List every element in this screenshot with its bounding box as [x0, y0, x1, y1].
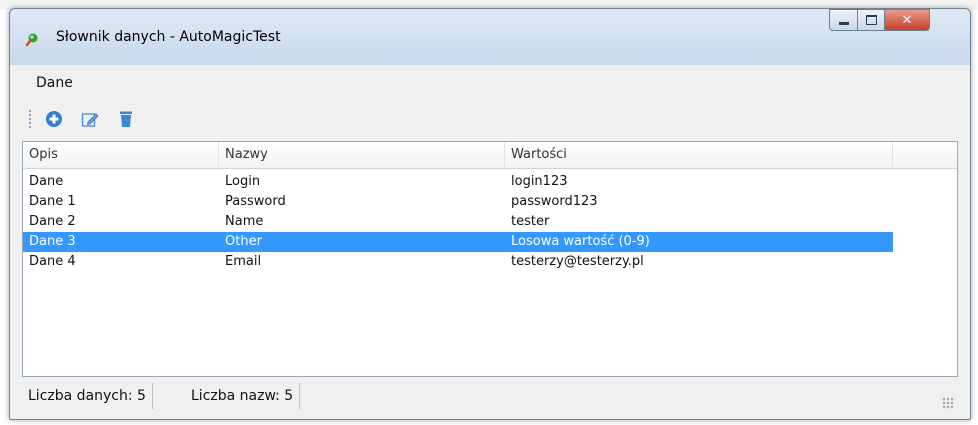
data-table[interactable]: Opis Nazwy Wartości Dane Login login123 Dan…: [22, 141, 958, 377]
column-header-filler: [893, 142, 957, 168]
status-name-count: Liczba nazw: 5: [185, 383, 301, 409]
cell-nazwa: Email: [225, 254, 262, 269]
title-bar[interactable]: Słownik danych - AutoMagicTest ✕: [10, 9, 970, 65]
column-header-opis[interactable]: Opis: [23, 142, 219, 168]
cell-opis: Dane 1: [29, 194, 76, 209]
toolbar: [10, 102, 970, 138]
cell-wartosc: testerzy@testerzy.pl: [511, 254, 644, 269]
cell-opis: Dane: [29, 174, 64, 189]
cell-opis: Dane 3: [29, 234, 76, 249]
status-bar: Liczba danych: 5 Liczba nazw: 5: [22, 381, 958, 413]
table-row[interactable]: Dane 1 Password password123: [23, 192, 893, 212]
cell-opis: Dane 2: [29, 214, 76, 229]
cell-wartosc: login123: [511, 174, 568, 189]
add-icon[interactable]: [44, 109, 64, 129]
minimize-button[interactable]: [829, 9, 858, 31]
minimize-icon: [838, 21, 849, 25]
cell-nazwa: Name: [225, 214, 264, 229]
cell-nazwa: Other: [225, 234, 262, 249]
status-data-count: Liczba danych: 5: [22, 383, 153, 409]
table-header: Opis Nazwy Wartości: [23, 142, 957, 169]
app-icon: [25, 33, 38, 47]
table-row[interactable]: Dane 4 Email testerzy@testerzy.pl: [23, 252, 893, 272]
maximize-button[interactable]: [857, 9, 885, 31]
menu-item-dane[interactable]: Dane: [36, 75, 73, 91]
table-row[interactable]: Dane Login login123: [23, 172, 893, 192]
dictionary-window: Słownik danych - AutoMagicTest ✕ Dane Op…: [9, 8, 971, 420]
table-row[interactable]: Dane 2 Name tester: [23, 212, 893, 232]
close-icon: ✕: [901, 12, 913, 28]
cell-wartosc: tester: [511, 214, 550, 229]
maximize-icon: [865, 15, 877, 25]
table-row[interactable]: Dane 3 Other Losowa wartość (0-9): [23, 232, 893, 252]
column-header-nazwy[interactable]: Nazwy: [219, 142, 505, 168]
column-header-wartosci[interactable]: Wartości: [505, 142, 893, 168]
cell-opis: Dane 4: [29, 254, 76, 269]
edit-icon[interactable]: [80, 109, 100, 129]
window-title: Słownik danych - AutoMagicTest: [56, 29, 281, 45]
close-button[interactable]: ✕: [884, 9, 930, 31]
cell-wartosc: Losowa wartość (0-9): [511, 234, 650, 249]
cell-wartosc: password123: [511, 194, 598, 209]
delete-icon[interactable]: [116, 109, 136, 129]
cell-nazwa: Login: [225, 174, 261, 189]
menu-bar: Dane: [10, 66, 970, 102]
cell-nazwa: Password: [225, 194, 286, 209]
resize-grip[interactable]: [942, 397, 954, 409]
toolbar-grip[interactable]: [29, 110, 31, 128]
